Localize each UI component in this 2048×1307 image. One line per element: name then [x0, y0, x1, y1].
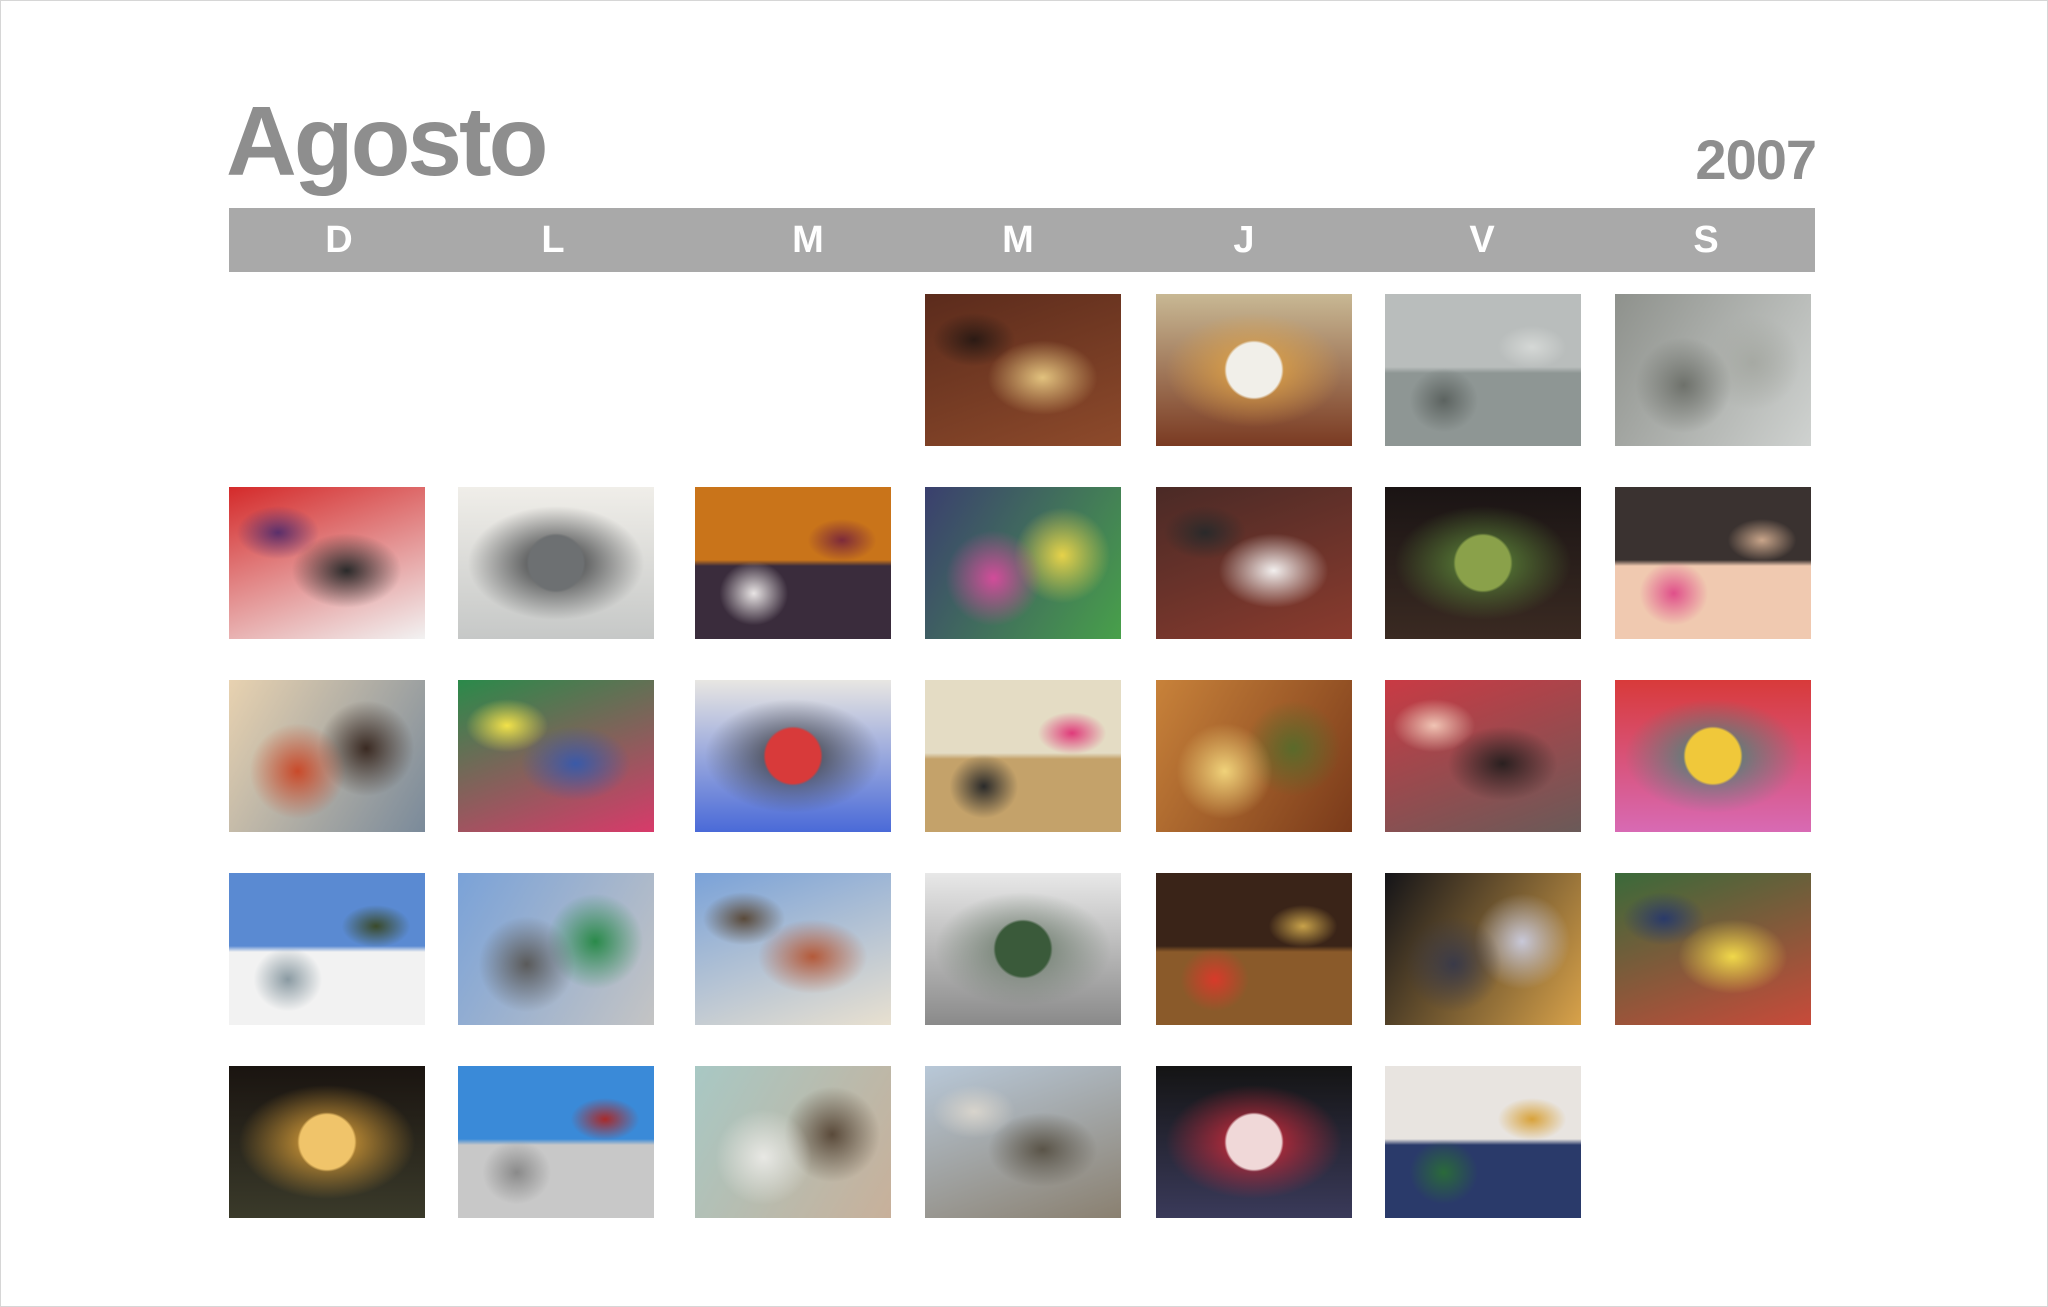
weekday-friday: V	[1469, 219, 1495, 261]
photo-hands-with-bowls	[1156, 487, 1352, 639]
photo-toy-store-window	[925, 487, 1121, 639]
photo-small-house	[695, 873, 891, 1025]
photo-sky-with-kites	[229, 873, 425, 1025]
photo-beach	[925, 1066, 1121, 1218]
photo-restaurant-window	[1156, 873, 1352, 1025]
photo-book-cover	[458, 487, 654, 639]
photo-children-at-play-area	[458, 680, 654, 832]
photo-television-screen	[1385, 487, 1581, 639]
photo-bags	[1385, 1066, 1581, 1218]
photo-dinosaur-toys	[229, 680, 425, 832]
weekday-sunday: D	[325, 219, 353, 261]
photo-street-building	[925, 873, 1121, 1025]
photo-night-street	[1385, 873, 1581, 1025]
weekday-monday: L	[541, 219, 565, 261]
photo-havanna-storefront	[1156, 1066, 1352, 1218]
weekday-saturday: S	[1693, 219, 1719, 261]
photo-sea-lions	[695, 1066, 891, 1218]
photo-children-reading	[1615, 873, 1811, 1025]
weekday-header-bar: D L M M J V S	[229, 208, 1815, 272]
photo-frosty-grass	[1615, 294, 1811, 446]
photo-pizza-with-olives	[1156, 680, 1352, 832]
year-title: 2007	[1695, 128, 1817, 191]
photo-room-with-person	[925, 680, 1121, 832]
photo-child-with-straw-glasses	[1615, 487, 1811, 639]
photo-open-picture-book	[695, 680, 891, 832]
weekday-wednesday: M	[1002, 219, 1034, 261]
weekday-tuesday: M	[792, 219, 824, 261]
photo-bus-window	[229, 487, 425, 639]
weekday-thursday: J	[1233, 219, 1255, 261]
photo-highway	[458, 873, 654, 1025]
photo-plate-with-food	[1156, 294, 1352, 446]
photo-night-wall	[229, 1066, 425, 1218]
photo-colorful-wall	[1615, 680, 1811, 832]
photo-clothes-on-floor	[695, 487, 891, 639]
photo-rainy-windshield	[1385, 294, 1581, 446]
photo-tower-building	[458, 1066, 654, 1218]
photo-pastry-on-cutting-board	[925, 294, 1121, 446]
photo-shoes-on-red	[1385, 680, 1581, 832]
month-title: Agosto	[226, 86, 548, 196]
